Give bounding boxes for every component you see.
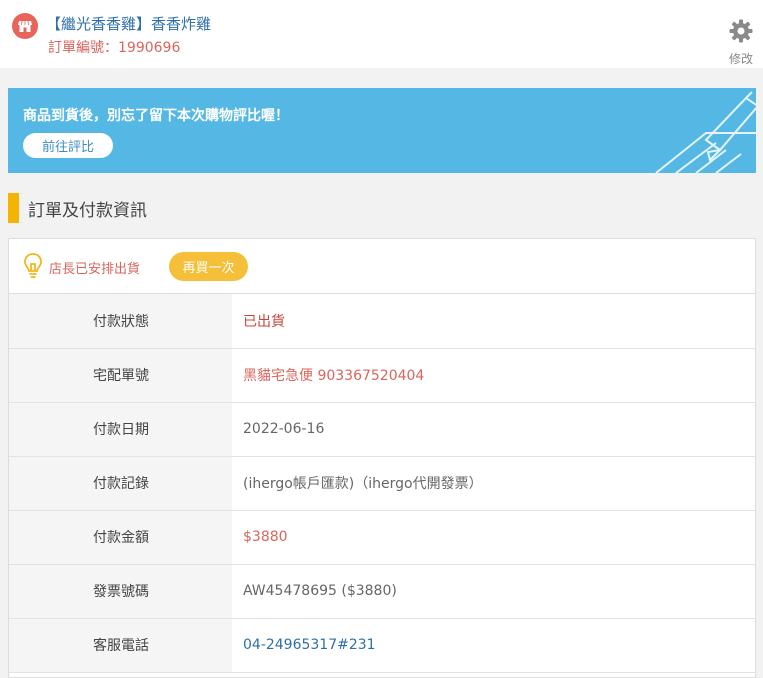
- order-number: 訂單編號：1990696: [48, 40, 181, 56]
- table-row: 付款金額 $3880: [9, 510, 755, 565]
- payment-record-value: (ihergo帳戶匯款)（ihergo代開發票）: [232, 456, 755, 511]
- store-icon[interactable]: [12, 13, 38, 39]
- table-row: 宅配單號 黑貓宅急便 903367520404: [9, 348, 755, 403]
- banner-message: 商品到貨後，別忘了留下本次購物評比喔！: [23, 108, 289, 124]
- review-banner: 商品到貨後，別忘了留下本次購物評比喔！ 前往評比: [8, 88, 756, 173]
- section-title: 訂單及付款資訊: [28, 200, 147, 221]
- edit-button[interactable]: 修改: [724, 18, 758, 66]
- payment-date-value: 2022-06-16: [232, 402, 755, 457]
- section-heading: 訂單及付款資訊: [8, 193, 308, 223]
- invoice-number-value: AW45478695 ($3880): [232, 564, 755, 619]
- invoice-number-label: 發票號碼: [9, 564, 232, 619]
- payment-status-value: 已出貨: [232, 294, 755, 349]
- payment-status-label: 付款狀態: [9, 294, 232, 349]
- table-row: 客服電話 04-24965317#231: [9, 618, 755, 673]
- pen-paper-icon: [646, 88, 756, 173]
- gear-icon: [728, 18, 754, 48]
- payment-record-label: 付款記錄: [9, 456, 232, 511]
- buy-again-button[interactable]: 再買一次: [169, 252, 248, 281]
- table-row: 付款記錄 (ihergo帳戶匯款)（ihergo代開發票）: [9, 456, 755, 511]
- service-phone-label: 客服電話: [9, 618, 232, 673]
- table-row: 付款日期 2022-06-16: [9, 402, 755, 457]
- payment-amount-value: $3880: [232, 510, 755, 565]
- store-name-link[interactable]: 【繼光香香雞】香香炸雞: [46, 13, 211, 34]
- table-row: 付款狀態 已出貨: [9, 294, 755, 349]
- edit-label: 修改: [728, 52, 753, 66]
- tracking-number-label: 宅配單號: [9, 348, 232, 403]
- order-info-table: 付款狀態 已出貨 宅配單號 黑貓宅急便 903367520404 付款日期 20…: [9, 294, 755, 673]
- payment-amount-label: 付款金額: [9, 510, 232, 565]
- shipping-status-row: 店長已安排出貨 再買一次: [9, 239, 755, 294]
- table-row: 發票號碼 AW45478695 ($3880): [9, 564, 755, 619]
- order-header: 【繼光香香雞】香香炸雞 訂單編號：1990696 修改: [0, 0, 763, 68]
- shipping-status-text: 店長已安排出貨: [49, 262, 141, 277]
- payment-date-label: 付款日期: [9, 402, 232, 457]
- section-marker: [8, 193, 19, 223]
- service-phone-link[interactable]: 04-24965317#231: [232, 618, 755, 673]
- order-info-card: 店長已安排出貨 再買一次 付款狀態 已出貨 宅配單號 黑貓宅急便 9033675…: [8, 238, 756, 678]
- tracking-number-link[interactable]: 黑貓宅急便 903367520404: [232, 348, 755, 403]
- go-review-button[interactable]: 前往評比: [23, 133, 113, 158]
- lightbulb-icon: [23, 252, 43, 284]
